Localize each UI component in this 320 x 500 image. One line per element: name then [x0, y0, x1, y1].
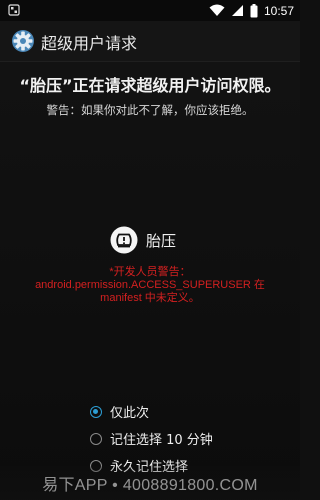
notification-icon: [8, 4, 20, 16]
developer-warning-line-3: manifest 中未定义。: [100, 292, 200, 304]
request-title: “胎压”正在请求超级用户访问权限。: [19, 76, 281, 95]
tire-pressure-icon: [110, 226, 138, 254]
wifi-icon: [209, 4, 225, 16]
developer-warning: *开发人员警告： android.permission.ACCESS_SUPER…: [28, 266, 272, 305]
request-warning: 警告：如果你对此不了解，你应该拒绝。: [46, 103, 254, 117]
watermark: 易下APP • 4008891800.COM: [0, 466, 300, 500]
action-bar-title: 超级用户请求: [41, 34, 138, 53]
battery-icon: [250, 3, 258, 17]
option-label: 仅此次: [110, 406, 150, 421]
action-bar: 超级用户请求: [0, 21, 300, 62]
status-icons: 10:57: [209, 2, 294, 19]
gear-icon: [12, 30, 34, 52]
app-name: 胎压: [146, 231, 177, 250]
developer-warning-line-2: android.permission.ACCESS_SUPERUSER 在: [35, 279, 265, 291]
superuser-request-dialog: “胎压”正在请求超级用户访问权限。 警告：如果你对此不了解，你应该拒绝。 胎压 …: [0, 62, 300, 500]
developer-warning-line-1: *开发人员警告：: [109, 266, 191, 278]
signal-icon: [231, 5, 243, 16]
option-label: 记住选择 10 分钟: [110, 433, 213, 448]
clock: 10:57: [263, 3, 294, 18]
option-once[interactable]: 仅此次: [90, 398, 213, 425]
requesting-app: 胎压: [110, 226, 176, 254]
radio-button-selected[interactable]: [90, 405, 102, 418]
status-bar: 10:57: [0, 0, 300, 21]
radio-button[interactable]: [90, 432, 102, 445]
option-remember-10-minutes[interactable]: 记住选择 10 分钟: [90, 425, 213, 452]
